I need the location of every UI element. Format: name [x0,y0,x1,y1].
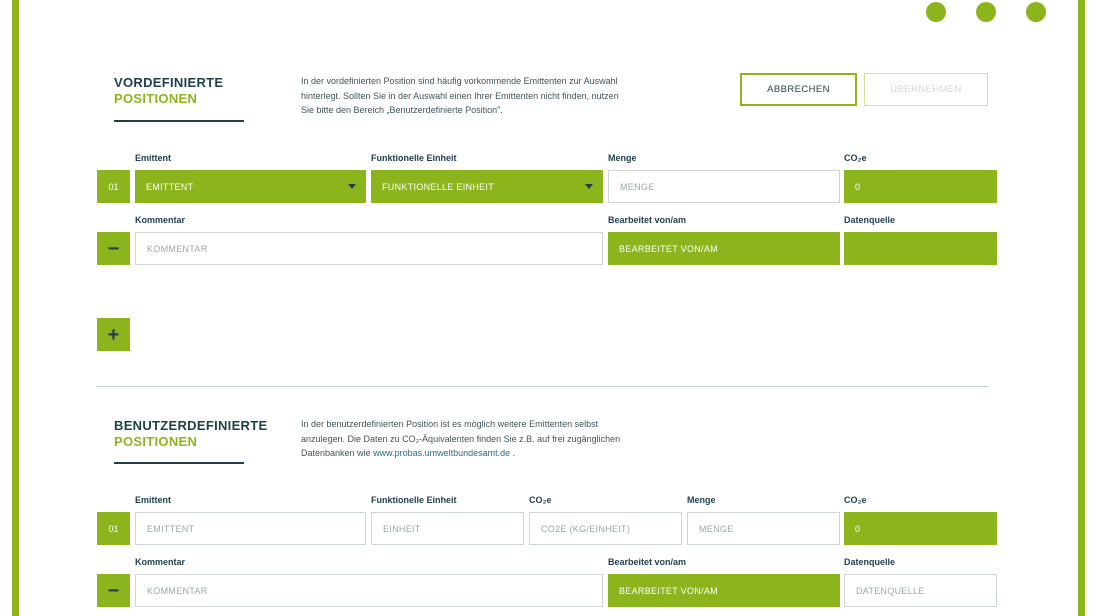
custom-description-text: Datenbanken wie [301,448,374,458]
co2e-label: CO₂e [844,153,867,163]
frame-border-right [1078,0,1085,616]
dot-icon [1026,2,1046,22]
source-input[interactable]: DATENQUELLE [844,574,997,607]
chevron-down-icon [348,184,356,189]
emittent-label: Emittent [135,153,171,163]
row-index: 01 [97,512,130,545]
apply-button[interactable]: ÜBERNEHMEN [864,73,988,106]
remove-row-button[interactable]: − [97,232,130,265]
custom-description: In der benutzerdefinierten Position ist … [301,417,681,461]
predefined-subtitle: POSITIONEN [114,91,198,106]
unit-label: Funktionelle Einheit [371,495,457,505]
predefined-description: In der vordefinierten Position sind häuf… [301,74,681,118]
emittent-label: Emittent [135,495,171,505]
emittent-input[interactable]: EMITTENT [135,512,366,545]
custom-title-underline [114,462,244,464]
chevron-down-icon [585,184,593,189]
custom-title: BENUTZERDEFINIERTE [114,418,268,433]
comment-label: Kommentar [135,215,186,225]
co2-factor-input[interactable]: CO2E (KG/EINHEIT) [529,512,682,545]
amount-input[interactable]: MENGE [687,512,840,545]
custom-description-text: . [510,448,516,458]
unit-select-value: FUNKTIONELLE EINHEIT [382,181,495,192]
cancel-button[interactable]: ABBRECHEN [740,73,857,106]
predefined-title: VORDEFINIERTE [114,75,224,90]
edited-label: Bearbeitet von/am [608,215,687,225]
amount-label: Menge [687,495,716,505]
unit-label: Funktionelle Einheit [371,153,457,163]
edited-field: BEARBEITET VON/AM [608,574,840,607]
custom-description-line: Datenbanken wie www.probas.umweltbundesa… [301,446,681,461]
source-field [844,232,997,265]
custom-description-line: anzulegen. Die Daten zu CO₂-Äquivalenten… [301,433,621,444]
predefined-description-line: Sie bitte den Bereich „Benutzerdefiniert… [301,105,503,115]
frame-border-left [12,0,19,616]
custom-section-heading: BENUTZERDEFINIERTE POSITIONEN [114,418,267,450]
remove-row-button[interactable]: − [97,574,130,607]
unit-select[interactable]: FUNKTIONELLE EINHEIT [371,170,603,203]
add-row-button[interactable]: + [97,318,130,351]
predefined-description-line: hinterlegt. Sollten Sie in der Auswahl e… [301,90,619,101]
predefined-description-line: In der vordefinierten Position sind häuf… [301,76,618,86]
edited-field: BEARBEITET VON/AM [608,232,840,265]
row-index: 01 [97,170,130,203]
custom-subtitle: POSITIONEN [114,434,198,449]
comment-input[interactable]: KOMMENTAR [135,574,603,607]
emittent-select[interactable]: EMITTENT [135,170,366,203]
co2e-value: 0 [844,512,997,545]
co2-factor-label: CO₂e [529,495,552,505]
probas-link[interactable]: www.probas.umweltbundesamt.de [373,448,510,458]
comment-label: Kommentar [135,557,186,567]
edited-label: Bearbeitet von/am [608,557,687,567]
dot-icon [976,2,996,22]
predefined-section-heading: VORDEFINIERTE POSITIONEN [114,75,223,107]
amount-label: Menge [608,153,637,163]
dot-icon [926,2,946,22]
co2e-value: 0 [844,170,997,203]
custom-description-line: In der benutzerdefinierten Position ist … [301,419,599,429]
predefined-title-underline [114,120,244,122]
source-label: Datenquelle [844,557,896,567]
co2e-label: CO₂e [844,495,867,505]
comment-input[interactable]: KOMMENTAR [135,232,603,265]
source-label: Datenquelle [844,215,896,225]
amount-input[interactable]: MENGE [608,170,840,203]
unit-input[interactable]: EINHEIT [371,512,524,545]
section-divider [96,386,989,387]
emittent-select-value: EMITTENT [146,181,194,192]
